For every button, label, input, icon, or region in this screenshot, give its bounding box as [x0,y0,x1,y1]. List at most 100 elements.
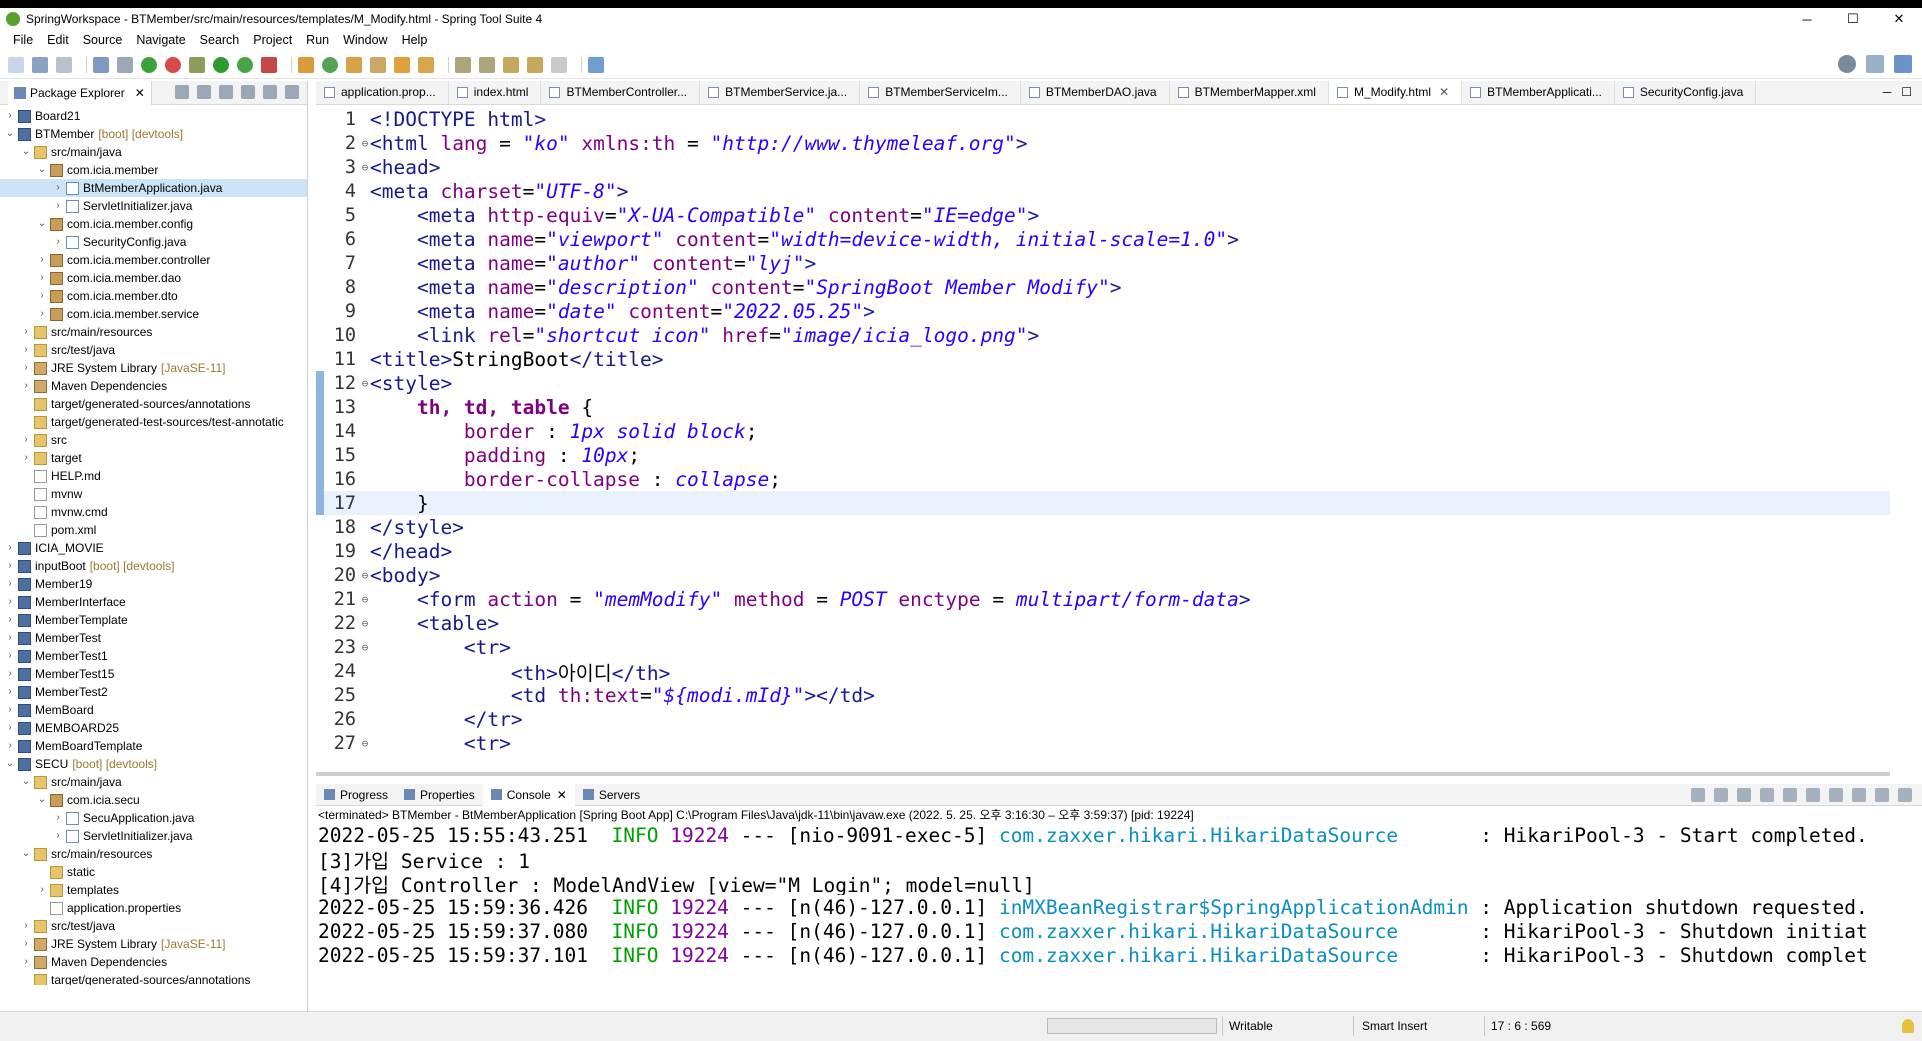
tree-item[interactable]: mvnw.cmd [0,503,307,521]
expand-arrow-icon[interactable]: › [4,719,16,737]
maximize-button[interactable]: ☐ [1830,8,1876,30]
collapse-arrow-icon[interactable]: ⌄ [20,143,32,161]
tree-item[interactable]: › templates [0,881,307,899]
code-line[interactable]: 26 </tr> [316,707,1890,731]
tree-item[interactable]: › MemberTest1 [0,647,307,665]
next-annotation-icon[interactable] [455,56,471,73]
menu-file[interactable]: File [6,33,40,47]
code-line[interactable]: 22 ⊖ <table> [316,611,1890,635]
code-line[interactable]: 12 ⊖ <style> [316,371,1890,395]
focus-icon[interactable] [219,85,233,99]
code-line[interactable]: 9 <meta name="date" content="2022.05.25"… [316,299,1890,323]
tree-item[interactable]: › Board21 [0,107,307,125]
tree-item[interactable]: › MemBoardTemplate [0,737,307,755]
expand-arrow-icon[interactable]: › [52,233,64,251]
save-icon[interactable] [32,56,48,73]
tree-item[interactable]: › JRE System Library [JavaSE-11] [0,359,307,377]
expand-arrow-icon[interactable]: › [4,611,16,629]
tree-item[interactable]: › MemberTest2 [0,683,307,701]
open-task-icon[interactable] [370,56,386,73]
editor-tab[interactable]: BTMemberController... [541,81,701,104]
fold-toggle-icon[interactable]: ⊖ [360,137,370,150]
word-wrap-icon[interactable] [1806,788,1820,802]
back-icon[interactable] [527,56,543,73]
code-line[interactable]: 17 } [316,491,1890,515]
tree-item[interactable]: › Maven Dependencies [0,953,307,971]
expand-arrow-icon[interactable]: › [20,431,32,449]
new-java-project-icon[interactable] [298,56,314,73]
tree-item[interactable]: › JRE System Library [JavaSE-11] [0,935,307,953]
tree-item[interactable]: ⌄ src/main/java [0,773,307,791]
editor-tab[interactable]: BTMemberMapper.xml [1170,81,1329,104]
expand-arrow-icon[interactable]: › [36,251,48,269]
close-icon[interactable]: ✕ [135,86,145,100]
collapse-all-icon[interactable] [175,85,189,99]
close-tab-icon[interactable]: ✕ [1439,85,1449,99]
tree-item[interactable]: › MemberInterface [0,593,307,611]
fold-toggle-icon[interactable]: ⊖ [360,161,370,174]
editor-tab[interactable]: index.html [449,81,542,104]
code-line[interactable]: 8 <meta name="description" content="Spri… [316,275,1890,299]
expand-arrow-icon[interactable]: › [36,287,48,305]
collapse-arrow-icon[interactable]: ⌄ [20,773,32,791]
tree-item[interactable]: ⌄ SECU [boot] [devtools] [0,755,307,773]
terminal-icon[interactable] [93,56,109,73]
code-line[interactable]: 18 </style> [316,515,1890,539]
tree-item[interactable]: ⌄ src/main/resources [0,845,307,863]
tree-item[interactable]: › ICIA_MOVIE [0,539,307,557]
fold-toggle-icon[interactable]: ⊖ [360,617,370,630]
remove-all-icon[interactable] [1714,788,1728,802]
package-explorer-tab[interactable]: Package Explorer ✕ [8,80,152,105]
view-tab-properties[interactable]: Properties [396,784,483,806]
tree-item[interactable]: ⌄ com.icia.secu [0,791,307,809]
code-line[interactable]: 4 <meta charset="UTF-8"> [316,179,1890,203]
debug-icon[interactable] [189,56,205,73]
menu-project[interactable]: Project [246,33,299,47]
tree-item[interactable]: target/generated-sources/annotations [0,971,307,985]
tree-item[interactable]: › MemberTest15 [0,665,307,683]
forward-icon[interactable] [551,56,567,73]
code-line[interactable]: 20 ⊖ <body> [316,563,1890,587]
tree-item[interactable]: › com.icia.member.dto [0,287,307,305]
clear-console-icon[interactable] [1760,788,1774,802]
tree-item[interactable]: › MemBoard [0,701,307,719]
tree-item[interactable]: HELP.md [0,467,307,485]
boot-dashboard-icon[interactable] [141,56,157,73]
tree-item[interactable]: ⌄ BTMember [boot] [devtools] [0,125,307,143]
remove-launch-icon[interactable] [1691,788,1705,802]
fold-toggle-icon[interactable]: ⊖ [360,377,370,390]
editor-tab[interactable]: SecurityConfig.java [1615,81,1757,104]
tree-item[interactable]: › SecuApplication.java [0,809,307,827]
expand-arrow-icon[interactable]: › [20,935,32,953]
expand-arrow-icon[interactable]: › [4,557,16,575]
console-link[interactable]: com.zaxxer.hikari.HikariDataSource [999,944,1469,967]
collapse-arrow-icon[interactable]: ⌄ [4,125,16,143]
code-line[interactable]: 10 <link rel="shortcut icon" href="image… [316,323,1890,347]
view-tab-servers[interactable]: Servers [575,784,648,806]
editor-tab[interactable]: BTMemberApplicati... [1462,81,1615,104]
tree-item[interactable]: › com.icia.member.dao [0,269,307,287]
tree-item[interactable]: › Maven Dependencies [0,377,307,395]
tree-item[interactable]: › src/main/resources [0,323,307,341]
minimize-button[interactable]: ─ [1784,8,1830,30]
tree-item[interactable]: › ServletInitializer.java [0,827,307,845]
open-folder-icon[interactable] [418,56,434,73]
expand-arrow-icon[interactable]: › [52,179,64,197]
fold-toggle-icon[interactable]: ⊖ [360,593,370,606]
expand-arrow-icon[interactable]: › [36,269,48,287]
expand-arrow-icon[interactable]: › [4,665,16,683]
expand-arrow-icon[interactable]: › [36,881,48,899]
expand-arrow-icon[interactable]: › [4,701,16,719]
code-line[interactable]: 13 th, td, table { [316,395,1890,419]
save-all-icon[interactable] [56,56,72,73]
external-tools-icon[interactable] [261,56,277,73]
horizontal-scrollbar[interactable] [316,769,1902,781]
tip-bulb-icon[interactable] [1902,1019,1914,1033]
expand-arrow-icon[interactable]: › [20,341,32,359]
view-tab-progress[interactable]: Progress [316,784,396,806]
editor-tab[interactable]: BTMemberDAO.java [1021,81,1170,104]
view-tab-console[interactable]: Console ✕ [482,783,575,806]
collapse-arrow-icon[interactable]: ⌄ [4,755,16,773]
settings-icon[interactable] [1898,788,1912,802]
editor-tab[interactable]: BTMemberServiceIm... [860,81,1021,104]
